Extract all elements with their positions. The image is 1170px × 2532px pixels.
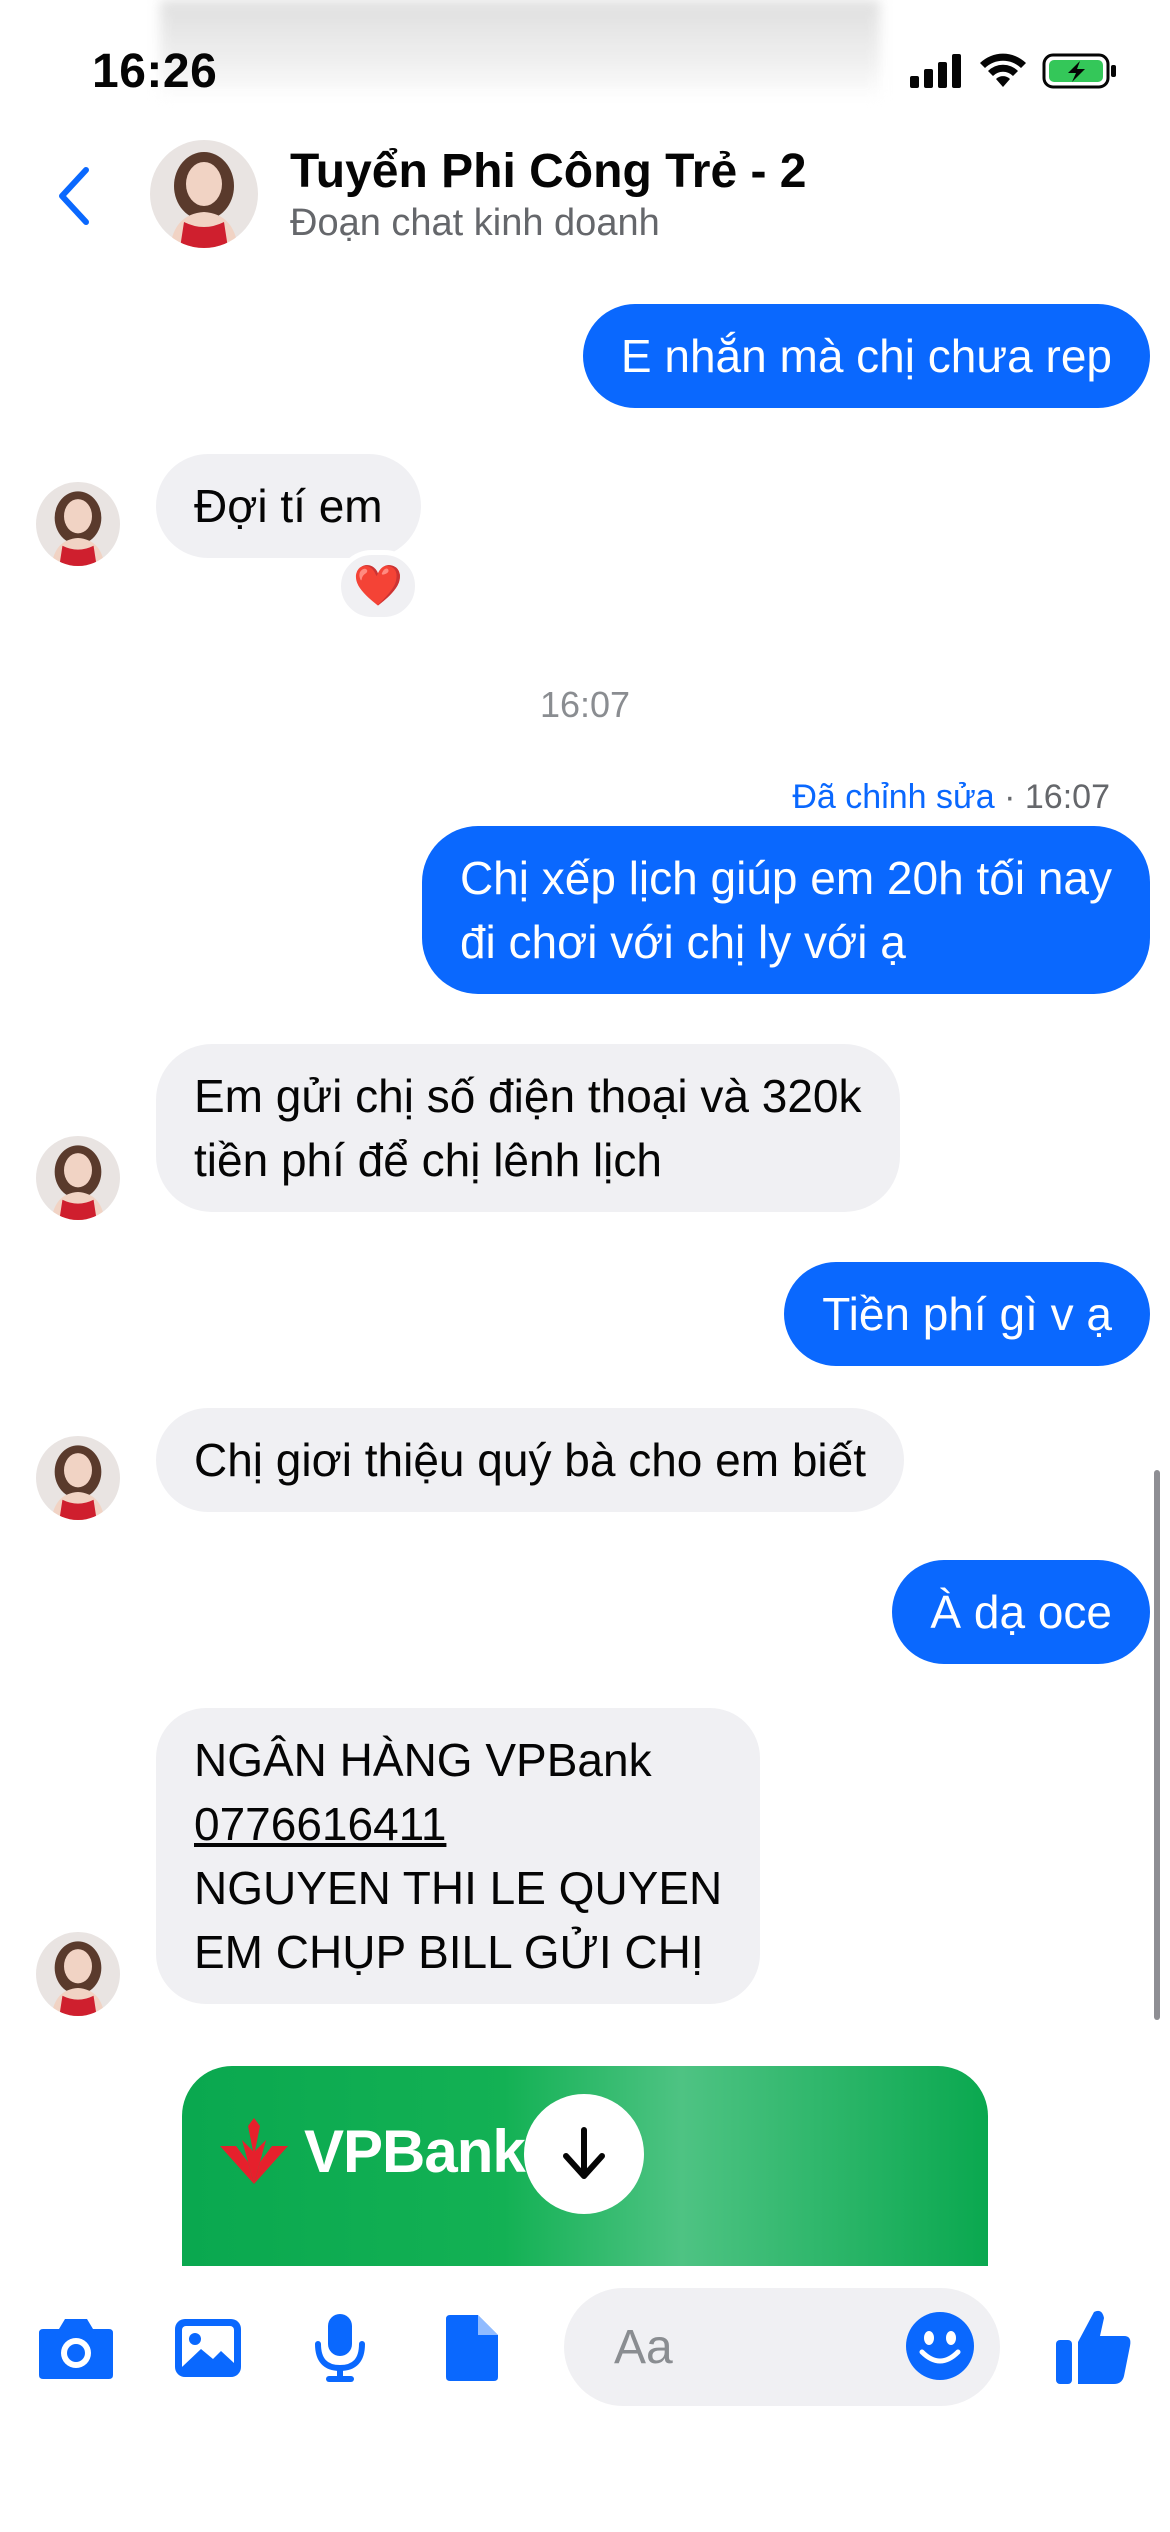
vpbank-logo: VPBank — [214, 2116, 526, 2186]
instruction-line: EM CHỤP BILL GỬI CHỊ — [194, 1926, 704, 1978]
vpbank-flower-icon — [220, 2118, 288, 2184]
heart-icon: ❤️ — [353, 564, 403, 608]
blurred-banner — [160, 0, 880, 100]
image-icon — [175, 2319, 241, 2377]
edited-text: Đã chỉnh sửa — [792, 778, 995, 816]
chat-header: Tuyển Phi Công Trẻ - 2 Đoạn chat kinh do… — [0, 130, 1170, 260]
download-button[interactable] — [524, 2094, 644, 2214]
file-icon — [446, 2315, 498, 2381]
heart-reaction[interactable]: ❤️ — [336, 550, 420, 622]
edited-time: · 16:07 — [994, 778, 1110, 816]
sender-avatar[interactable] — [36, 1932, 120, 2016]
message-text: Chị giơi thiệu quý bà cho em biết — [194, 1434, 866, 1486]
chevron-left-icon — [59, 167, 89, 225]
message-bubble-outgoing[interactable]: Chị xếp lịch giúp em 20h tối nay đi chơi… — [421, 826, 1150, 994]
sender-avatar[interactable] — [36, 1136, 120, 1220]
thumbs-up-icon[interactable] — [1052, 2304, 1136, 2388]
scrollbar[interactable] — [1154, 1470, 1160, 2020]
message-bubble-outgoing[interactable]: À dạ oce — [892, 1560, 1150, 1664]
back-button[interactable] — [44, 158, 104, 234]
download-arrow-icon — [563, 2127, 605, 2179]
message-input[interactable]: Aa — [564, 2288, 1000, 2406]
gallery-button[interactable] — [168, 2308, 248, 2388]
message-bubble-outgoing[interactable]: Tiền phí gì v ạ — [784, 1262, 1150, 1366]
message-text: E nhắn mà chị chưa rep — [620, 330, 1112, 382]
message-list[interactable]: E nhắn mà chị chưa rep Đợi tí em ❤️ 16:0… — [0, 260, 1170, 2280]
chat-title[interactable]: Tuyển Phi Công Trẻ - 2 — [290, 144, 807, 199]
contact-avatar[interactable] — [150, 140, 258, 248]
message-bubble-outgoing[interactable]: E nhắn mà chị chưa rep — [582, 304, 1150, 408]
camera-icon — [39, 2319, 113, 2379]
time-separator: 16:07 — [539, 684, 631, 725]
contact-photo — [150, 140, 258, 248]
system-icons — [910, 52, 1118, 90]
cellular-signal-icon — [910, 54, 961, 88]
message-text: Tiền phí gì v ạ — [822, 1288, 1112, 1340]
sender-photo — [36, 482, 120, 566]
message-text-line: Chị xếp lịch giúp em 20h tối nay — [459, 852, 1112, 904]
message-text: Đợi tí em — [194, 480, 383, 532]
message-text-line: tiền phí để chị lênh lịch — [194, 1134, 662, 1186]
camera-button[interactable] — [36, 2308, 116, 2388]
sender-photo — [36, 1436, 120, 1520]
chat-subtitle: Đoạn chat kinh doanh — [290, 202, 660, 244]
message-bubble-incoming[interactable]: Đợi tí em — [156, 454, 421, 558]
message-composer: Aa — [0, 2266, 1170, 2532]
vpbank-attachment-card[interactable]: VPBank — [182, 2066, 988, 2286]
status-bar: 16:26 — [0, 0, 1170, 130]
account-number-link[interactable]: 0776616411 — [194, 1792, 722, 1856]
message-bubble-incoming[interactable]: Em gửi chị số điện thoại và 320k tiền ph… — [156, 1044, 900, 1212]
file-button[interactable] — [432, 2308, 512, 2388]
message-text-line: Em gửi chị số điện thoại và 320k — [194, 1070, 862, 1122]
sender-avatar[interactable] — [36, 482, 120, 566]
edited-label[interactable]: Đã chỉnh sửa · 16:07 — [792, 778, 1110, 817]
status-time: 16:26 — [92, 45, 218, 98]
sender-photo — [36, 1932, 120, 2016]
emoji-icon[interactable] — [902, 2308, 978, 2384]
message-text: À dạ oce — [930, 1586, 1112, 1638]
vpbank-brand-text: VPBank — [304, 2117, 526, 2185]
bank-name-line: NGÂN HÀNG VPBank — [194, 1734, 652, 1786]
wifi-icon — [980, 53, 1026, 87]
message-bubble-incoming[interactable]: Chị giơi thiệu quý bà cho em biết — [156, 1408, 904, 1512]
message-bubble-incoming[interactable]: NGÂN HÀNG VPBank 0776616411 NGUYEN THI L… — [156, 1708, 761, 2004]
sender-photo — [36, 1136, 120, 1220]
battery-charging-icon — [1042, 53, 1116, 89]
message-input-placeholder: Aa — [614, 2321, 673, 2374]
message-text-line: đi chơi với chị ly với ạ — [459, 916, 906, 968]
voice-button[interactable] — [300, 2308, 380, 2388]
microphone-icon — [315, 2314, 365, 2382]
account-holder-line: NGUYEN THI LE QUYEN — [194, 1862, 723, 1914]
sender-avatar[interactable] — [36, 1436, 120, 1520]
